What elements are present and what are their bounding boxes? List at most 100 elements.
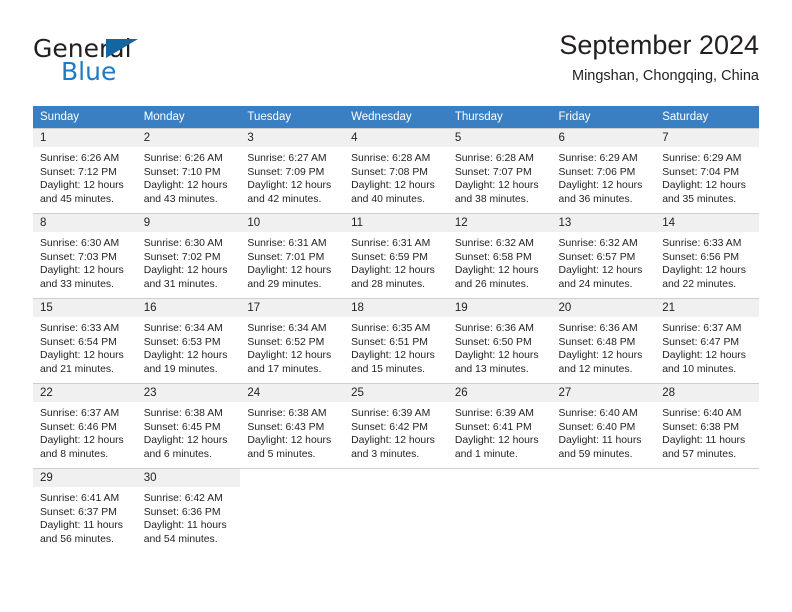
daylight-duration-line1: Daylight: 12 hours <box>662 350 746 362</box>
daylight-duration-line1: Daylight: 12 hours <box>247 350 332 362</box>
daylight-duration-line1: Daylight: 12 hours <box>454 265 539 277</box>
calendar-day-cell[interactable]: 5 Sunrise: 6:28 AM Sunset: 7:07 PM Daylight… <box>447 128 552 214</box>
sunset-time: Sunset: 6:48 PM <box>558 336 636 348</box>
day-cell-inner: 22 Sunrise: 6:37 AM Sunset: 6:46 PM Dayligh… <box>33 384 137 468</box>
calendar-day-cell[interactable]: 9 Sunrise: 6:30 AM Sunset: 7:02 PM Daylight… <box>136 213 241 299</box>
general-blue-logo: General Blue <box>33 30 233 88</box>
sunrise-time: Sunrise: 6:41 AM <box>40 493 120 504</box>
calendar-day-cell[interactable]: 30 Sunrise: 6:42 AM Sunset: 6:36 PM Dayligh… <box>136 468 241 553</box>
calendar-day-cell[interactable]: 4 Sunrise: 6:28 AM Sunset: 7:08 PM Daylight… <box>344 128 448 214</box>
day-number: 2 <box>136 129 241 147</box>
calendar-week-row: 15 Sunrise: 6:33 AM Sunset: 6:54 PM Dayligh… <box>33 298 759 384</box>
day-details: Sunrise: 6:31 AM Sunset: 7:01 PM Daylight:… <box>240 232 344 291</box>
day-cell-inner: 6 Sunrise: 6:29 AM Sunset: 7:06 PM Daylight… <box>551 129 656 213</box>
daylight-duration-line2: and 40 minutes. <box>351 193 426 205</box>
daylight-duration-line1: Daylight: 11 hours <box>40 520 123 532</box>
day-cell-inner: 8 Sunrise: 6:30 AM Sunset: 7:03 PM Daylight… <box>33 214 137 298</box>
calendar-day-cell[interactable]: 14 Sunrise: 6:33 AM Sunset: 6:56 PM Dayligh… <box>655 213 759 299</box>
calendar-day-cell[interactable]: 19 Sunrise: 6:36 AM Sunset: 6:50 PM Dayligh… <box>447 298 552 384</box>
daylight-duration-line1: Daylight: 12 hours <box>662 265 746 277</box>
calendar-day-cell[interactable]: 8 Sunrise: 6:30 AM Sunset: 7:03 PM Daylight… <box>33 213 137 299</box>
calendar-day-cell[interactable]: 16 Sunrise: 6:34 AM Sunset: 6:53 PM Dayligh… <box>136 298 241 384</box>
day-number <box>447 469 552 487</box>
day-number: 5 <box>447 129 552 147</box>
calendar-day-cell[interactable]: 28 Sunrise: 6:40 AM Sunset: 6:38 PM Dayligh… <box>655 383 759 469</box>
sunset-time: Sunset: 6:56 PM <box>662 251 740 263</box>
daylight-duration-line2: and 13 minutes. <box>454 363 529 375</box>
daylight-duration-line1: Daylight: 12 hours <box>247 265 332 277</box>
calendar-day-cell[interactable]: 27 Sunrise: 6:40 AM Sunset: 6:40 PM Dayligh… <box>551 383 656 469</box>
day-cell-inner: 18 Sunrise: 6:35 AM Sunset: 6:51 PM Dayligh… <box>344 299 448 383</box>
calendar-day-cell[interactable]: 20 Sunrise: 6:36 AM Sunset: 6:48 PM Dayligh… <box>551 298 656 384</box>
day-details: Sunrise: 6:30 AM Sunset: 7:03 PM Daylight:… <box>33 232 137 291</box>
logo-text-blue: Blue <box>61 57 117 86</box>
day-number: 27 <box>551 384 656 402</box>
day-cell-inner: 12 Sunrise: 6:32 AM Sunset: 6:58 PM Dayligh… <box>447 214 552 298</box>
calendar-day-cell[interactable]: 15 Sunrise: 6:33 AM Sunset: 6:54 PM Dayligh… <box>33 298 137 384</box>
sunrise-time: Sunrise: 6:30 AM <box>40 238 120 249</box>
day-cell-inner: 30 Sunrise: 6:42 AM Sunset: 6:36 PM Dayligh… <box>136 469 241 553</box>
sunset-time: Sunset: 6:46 PM <box>40 421 117 433</box>
calendar-day-cell[interactable]: 1 Sunrise: 6:26 AM Sunset: 7:12 PM Daylight… <box>33 128 137 214</box>
calendar-day-cell[interactable]: 29 Sunrise: 6:41 AM Sunset: 6:37 PM Dayligh… <box>33 468 137 553</box>
day-details: Sunrise: 6:33 AM Sunset: 6:56 PM Daylight:… <box>655 232 759 291</box>
sunrise-time: Sunrise: 6:36 AM <box>454 323 534 334</box>
sunset-time: Sunset: 6:42 PM <box>351 421 428 433</box>
sunrise-time: Sunrise: 6:39 AM <box>351 408 431 419</box>
sunrise-time: Sunrise: 6:26 AM <box>40 153 120 164</box>
calendar-day-cell[interactable]: 2 Sunrise: 6:26 AM Sunset: 7:10 PM Daylight… <box>136 128 241 214</box>
daylight-duration-line1: Daylight: 12 hours <box>247 180 332 192</box>
sunset-time: Sunset: 6:54 PM <box>40 336 117 348</box>
day-details: Sunrise: 6:39 AM Sunset: 6:41 PM Daylight:… <box>448 402 552 461</box>
day-number: 21 <box>655 299 759 317</box>
calendar-day-cell[interactable]: 13 Sunrise: 6:32 AM Sunset: 6:57 PM Dayligh… <box>551 213 656 299</box>
calendar-day-cell[interactable]: 6 Sunrise: 6:29 AM Sunset: 7:06 PM Daylight… <box>551 128 656 214</box>
daylight-duration-line2: and 28 minutes. <box>351 278 426 290</box>
daylight-duration-line1: Daylight: 12 hours <box>40 435 124 447</box>
page-header: General Blue September 2024 Mingshan, Ch… <box>33 28 759 98</box>
calendar-day-cell[interactable]: 26 Sunrise: 6:39 AM Sunset: 6:41 PM Dayligh… <box>447 383 552 469</box>
calendar-day-cell[interactable]: 7 Sunrise: 6:29 AM Sunset: 7:04 PM Daylight… <box>655 128 759 214</box>
calendar-day-cell[interactable]: 25 Sunrise: 6:39 AM Sunset: 6:42 PM Dayligh… <box>344 383 448 469</box>
sunset-time: Sunset: 7:12 PM <box>40 166 117 178</box>
calendar-day-cell[interactable]: 3 Sunrise: 6:27 AM Sunset: 7:09 PM Daylight… <box>240 128 345 214</box>
sunrise-time: Sunrise: 6:33 AM <box>40 323 120 334</box>
sunset-time: Sunset: 6:41 PM <box>454 421 532 433</box>
calendar-week-row: 22 Sunrise: 6:37 AM Sunset: 6:46 PM Dayligh… <box>33 383 759 469</box>
day-details: Sunrise: 6:34 AM Sunset: 6:53 PM Daylight:… <box>137 317 241 376</box>
calendar-day-cell[interactable]: 21 Sunrise: 6:37 AM Sunset: 6:47 PM Dayligh… <box>655 298 759 384</box>
calendar-day-cell[interactable]: 12 Sunrise: 6:32 AM Sunset: 6:58 PM Dayligh… <box>447 213 552 299</box>
calendar-day-cell[interactable]: 17 Sunrise: 6:34 AM Sunset: 6:52 PM Dayligh… <box>240 298 345 384</box>
calendar-day-cell[interactable]: 18 Sunrise: 6:35 AM Sunset: 6:51 PM Dayligh… <box>344 298 448 384</box>
calendar-day-cell[interactable]: 22 Sunrise: 6:37 AM Sunset: 6:46 PM Dayligh… <box>33 383 137 469</box>
sunset-time: Sunset: 6:52 PM <box>247 336 325 348</box>
daylight-duration-line2: and 31 minutes. <box>143 278 218 290</box>
sunset-time: Sunset: 6:36 PM <box>143 506 221 518</box>
sunrise-time: Sunrise: 6:31 AM <box>351 238 431 249</box>
sunrise-time: Sunrise: 6:31 AM <box>247 238 327 249</box>
calendar-day-cell[interactable]: 23 Sunrise: 6:38 AM Sunset: 6:45 PM Dayligh… <box>136 383 241 469</box>
sunrise-time: Sunrise: 6:33 AM <box>662 238 742 249</box>
day-number: 30 <box>136 469 241 487</box>
daylight-duration-line1: Daylight: 12 hours <box>40 180 124 192</box>
day-details <box>240 487 344 492</box>
sunset-time: Sunset: 7:02 PM <box>143 251 221 263</box>
day-number: 9 <box>136 214 241 232</box>
sunset-time: Sunset: 7:01 PM <box>247 251 325 263</box>
sunrise-time: Sunrise: 6:36 AM <box>558 323 638 334</box>
day-number: 22 <box>33 384 137 402</box>
calendar-day-cell[interactable]: 11 Sunrise: 6:31 AM Sunset: 6:59 PM Dayligh… <box>344 213 448 299</box>
day-details <box>552 487 656 492</box>
triangle-icon <box>106 39 138 58</box>
calendar-day-cell[interactable]: 24 Sunrise: 6:38 AM Sunset: 6:43 PM Dayligh… <box>240 383 345 469</box>
day-cell-inner: 27 Sunrise: 6:40 AM Sunset: 6:40 PM Dayligh… <box>551 384 656 468</box>
day-cell-inner <box>240 469 345 553</box>
daylight-duration-line2: and 29 minutes. <box>247 278 322 290</box>
day-details: Sunrise: 6:36 AM Sunset: 6:50 PM Daylight:… <box>448 317 552 376</box>
weekday-header-friday: Friday <box>551 106 656 129</box>
day-cell-inner: 23 Sunrise: 6:38 AM Sunset: 6:45 PM Dayligh… <box>136 384 241 468</box>
day-number: 12 <box>447 214 552 232</box>
sunrise-time: Sunrise: 6:40 AM <box>662 408 742 419</box>
calendar-cell-empty <box>551 468 656 553</box>
calendar-day-cell[interactable]: 10 Sunrise: 6:31 AM Sunset: 7:01 PM Dayligh… <box>240 213 345 299</box>
